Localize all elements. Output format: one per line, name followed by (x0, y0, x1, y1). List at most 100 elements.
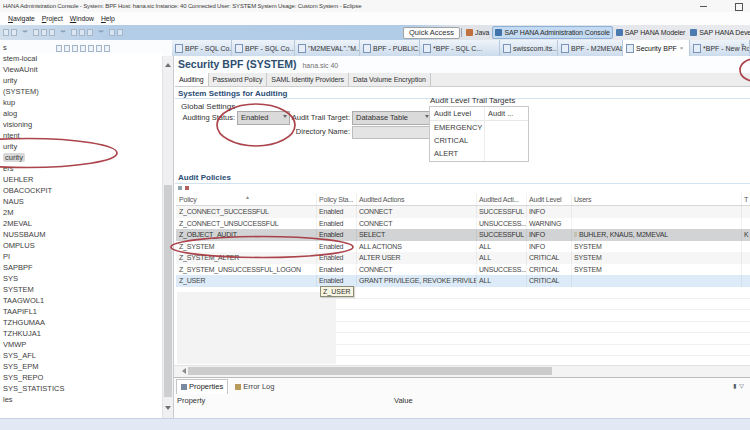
editor-tab-bpf-sql-co[interactable]: BPF - SQL Co... (232, 40, 295, 56)
tab-properties[interactable]: Properties (176, 379, 228, 394)
view-toolbar-icon[interactable] (88, 45, 94, 52)
tree-item-pi[interactable]: PI (0, 251, 162, 262)
toolbar-icon[interactable] (109, 29, 115, 36)
tree-item-taagwol1[interactable]: TAAGWOL1 (0, 295, 162, 306)
tree-item-tzhgumaa[interactable]: TZHGUMAA (0, 317, 162, 328)
view-toolbar-icon[interactable] (96, 45, 102, 52)
editor-tab-bpf-m2meval[interactable]: BPF - M2MEVAL (558, 40, 623, 56)
view-toolbar-icon[interactable] (104, 45, 110, 52)
editor-tab-m2meval-m[interactable]: "M2MEVAL"."M... (295, 40, 360, 56)
column-header-audit-level[interactable]: Audit Level (526, 193, 571, 205)
toolbar-icon[interactable] (3, 29, 9, 36)
column-header-audited-acti[interactable]: Audited Acti... (476, 193, 526, 205)
tree-item-naus[interactable]: NAUS (0, 196, 162, 207)
tree-item-vmwp[interactable]: VMWP (0, 339, 162, 350)
maximize-button[interactable] (735, 3, 743, 11)
tab-error-log[interactable]: Error Log (231, 379, 278, 394)
remove-policy-icon[interactable] (185, 186, 189, 190)
column-header-users[interactable]: Users (571, 193, 741, 205)
tree-item-sys-afl[interactable]: SYS_AFL (0, 350, 162, 361)
panel-menu-icons[interactable]: ▮▽ (733, 382, 744, 389)
column-header-audited-actions[interactable]: Audited Actions (356, 193, 476, 205)
trail-row-emergency[interactable]: EMERGENCY (430, 121, 528, 134)
view-toolbar-icon[interactable] (72, 45, 78, 52)
toolbar-icon[interactable] (11, 29, 17, 36)
directory-name-input[interactable] (352, 126, 432, 139)
policy-row-z-connect-successful[interactable]: Z_CONNECT_SUCCESSFULEnabledCONNECTSUCCES… (176, 206, 750, 218)
tree-item-urity[interactable]: urity (0, 75, 162, 86)
sidebar-scroll-thumb[interactable] (164, 185, 172, 397)
tree-item-2m[interactable]: 2M (0, 207, 162, 218)
perspective-sap-hana-administration-console[interactable]: SAP HANA Administration Console (492, 26, 612, 39)
tree-item-sys-epm[interactable]: SYS_EPM (0, 361, 162, 372)
toolbar-icon[interactable] (33, 29, 39, 36)
tree-item-stem-local[interactable]: stem-local (0, 53, 162, 64)
audit-trail-target-dropdown[interactable]: Database Table (352, 111, 432, 125)
scroll-up-arrow[interactable] (165, 60, 171, 67)
policy-row-z-system-unsuccessful-logon[interactable]: Z_SYSTEM_UNSUCCESSFUL_LOGONEnabledCONNEC… (176, 264, 750, 276)
toolbar-icon[interactable] (71, 29, 77, 36)
toolbar-icon[interactable] (87, 29, 93, 36)
tree-item-kup[interactable]: kup (0, 97, 162, 108)
tree-item-sapbpf[interactable]: SAPBPF (0, 262, 162, 273)
tree-item-sys-statistics[interactable]: SYS_STATISTICS (0, 383, 162, 394)
column-header-t[interactable]: T (741, 193, 750, 205)
menu-window[interactable]: Window (70, 12, 94, 25)
editor-tab-bpf-public[interactable]: BPF - PUBLIC... (360, 40, 420, 56)
perspective-sap-hana-devel[interactable]: SAP HANA Devel (688, 26, 750, 39)
tree-item-2meval[interactable]: 2MEVAL (0, 218, 162, 229)
tree-item-alog[interactable]: alog (0, 108, 162, 119)
subtab-auditing[interactable]: Auditing (175, 73, 209, 86)
tree-item-system[interactable]: (SYSTEM) (0, 86, 162, 97)
toolbar-icon[interactable] (117, 29, 123, 36)
perspective-java[interactable]: Java (464, 26, 491, 39)
toolbar-icon[interactable] (41, 29, 47, 36)
tree-item-ntent[interactable]: ntent (0, 130, 162, 141)
tree-item-ers[interactable]: ers (0, 163, 162, 174)
tree-item-uehler[interactable]: UEHLER (0, 174, 162, 185)
column-header-policy-sta[interactable]: Policy Sta... (316, 193, 356, 205)
tree-item-omplus[interactable]: OMPLUS (0, 240, 162, 251)
perspective-sap-hana-modeler[interactable]: SAP HANA Modeler (614, 26, 688, 39)
policy-row-z-system-alter[interactable]: Z_SYSTEM_ALTEREnabledALTER USERALLCRITIC… (176, 252, 750, 264)
policy-row-z-object-audit[interactable]: Z_OBJECT_AUDITEnabledSELECTSUCCESSFULINF… (176, 229, 750, 241)
editor-tab-swisscom-its[interactable]: swisscom.its... (500, 40, 558, 56)
policy-row-z-user[interactable]: Z_USEREnabledGRANT PRIVILEGE, REVOKE PRI… (176, 275, 750, 287)
menu-navigate[interactable]: Navigate (8, 12, 35, 25)
trail-row-critical[interactable]: CRITICAL (430, 134, 528, 147)
tree-item-taapifl1[interactable]: TAAPIFL1 (0, 306, 162, 317)
quick-access-button[interactable]: Quick Access (403, 27, 460, 39)
toolbar-icon[interactable] (49, 29, 55, 36)
menu-project[interactable]: Project (42, 12, 63, 25)
hscroll-thumb[interactable] (188, 367, 552, 375)
tree-item-urity[interactable]: urity (0, 141, 162, 152)
auditing-status-dropdown[interactable]: Enabled (237, 111, 290, 125)
trail-row-alert[interactable]: ALERT (430, 147, 528, 160)
scroll-down-arrow[interactable] (165, 406, 171, 413)
systems-view-tab[interactable]: s (3, 43, 7, 52)
sash-divider[interactable] (173, 56, 174, 418)
add-policy-icon[interactable] (178, 186, 182, 190)
editor-tab-bpf-sql-c[interactable]: *BPF - SQL C... (420, 40, 500, 56)
editor-tab-bpf-sql-co[interactable]: BPF - SQL Co... (172, 40, 232, 56)
tree-item-tzhkuja1[interactable]: TZHKUJA1 (0, 328, 162, 339)
view-toolbar-icon[interactable] (64, 45, 70, 52)
toolbar-icon[interactable] (79, 29, 85, 36)
tree-item-nussbaum[interactable]: NUSSBAUM (0, 229, 162, 240)
tree-item-sys[interactable]: SYS (0, 273, 162, 284)
tree-item-sys-repo[interactable]: SYS_REPO (0, 372, 162, 383)
tree-item-system[interactable]: SYSTEM (0, 284, 162, 295)
tree-item-visioning[interactable]: visioning (0, 119, 162, 130)
menu-help[interactable]: Help (101, 12, 115, 25)
view-toolbar-icon[interactable] (56, 45, 62, 52)
tree-item-obacockpit[interactable]: OBACOCKPIT (0, 185, 162, 196)
subtab-saml-identity-providers[interactable]: SAML Identity Providers (267, 73, 349, 86)
view-menu-icon[interactable]: ▮ (733, 382, 736, 389)
minimize-view-icon[interactable]: ▽ (739, 382, 744, 389)
view-toolbar-icon[interactable] (80, 45, 86, 52)
subtab-data-volume-encryption[interactable]: Data Volume Encryption (349, 73, 431, 86)
policy-row-z-system[interactable]: Z_SYSTEMEnabledALL ACTIONSALLINFOSYSTEM (176, 241, 750, 253)
editor-tab-security-bpf[interactable]: Security BPF× (623, 40, 690, 56)
tab-overflow-chevron[interactable]: » (741, 41, 744, 47)
policy-row-z-connect-unsuccessful[interactable]: Z_CONNECT_UNSUCCESSFULEnabledCONNECTUNSU… (176, 218, 750, 230)
